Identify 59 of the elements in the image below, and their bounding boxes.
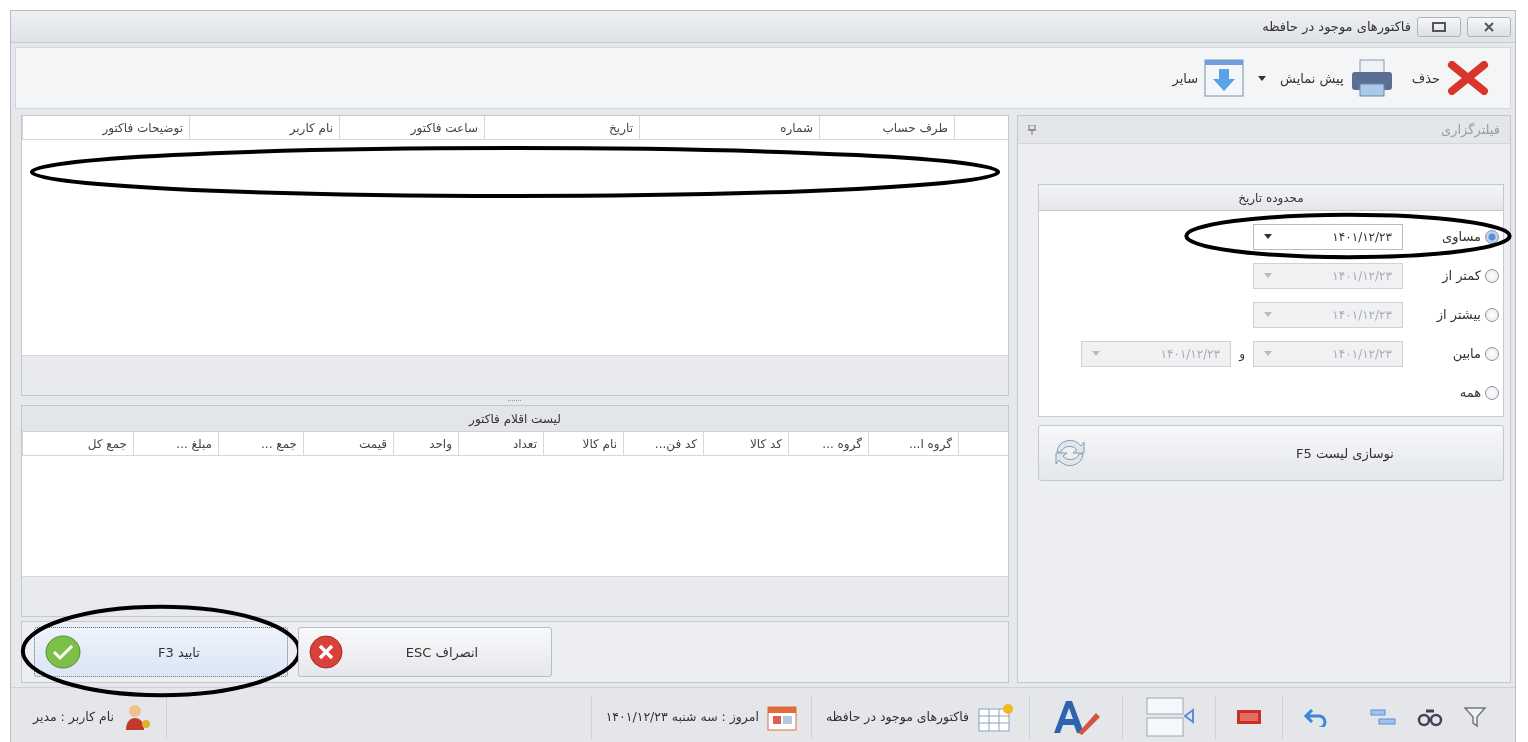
radio-option[interactable]: کمتر از	[1411, 268, 1499, 283]
more-button[interactable]: سایر	[1168, 55, 1249, 101]
column-header[interactable]: گروه ...	[788, 432, 868, 455]
radio-button[interactable]	[1485, 346, 1499, 361]
radio-button[interactable]	[1485, 229, 1499, 244]
column-header[interactable]: گروه ا...	[868, 432, 958, 455]
check-icon	[45, 635, 81, 669]
preview-button[interactable]: پیش نمایش	[1276, 54, 1398, 102]
column-header[interactable]: تعداد	[458, 432, 543, 455]
restore-icon	[1432, 21, 1446, 32]
radio-button[interactable]	[1485, 268, 1499, 283]
radio-option[interactable]: همه	[1411, 385, 1499, 400]
column-header[interactable]: توضیحات فاکتور	[22, 116, 189, 139]
column-header[interactable]: شماره	[639, 116, 819, 139]
splitter-grip-icon[interactable]	[508, 399, 522, 402]
confirm-button[interactable]: تایید F3	[34, 627, 288, 677]
caret-icon	[1264, 312, 1272, 317]
radio-button[interactable]	[1485, 307, 1499, 322]
radio-option[interactable]: مابین	[1411, 346, 1499, 361]
table-title: لیست اقلام فاکتور	[22, 406, 1008, 432]
group-title: محدوده تاریخ	[1039, 185, 1503, 211]
joiner-text: و	[1239, 346, 1245, 361]
printer-icon	[1349, 58, 1394, 98]
caret-icon	[1258, 75, 1267, 81]
window-title: فاکتورهای موجود در حافظه	[1262, 19, 1411, 34]
close-button[interactable]	[1467, 16, 1511, 37]
column-header[interactable]: ساعت فاکتور	[339, 116, 484, 139]
cancel-button[interactable]: انصراف ESC	[298, 627, 552, 677]
download-icon	[1204, 59, 1245, 97]
radio-button[interactable]	[1485, 385, 1499, 400]
caret-icon	[1264, 273, 1272, 278]
column-header[interactable]: مبلغ ...	[133, 432, 218, 455]
delete-button[interactable]: حذف	[1407, 57, 1494, 99]
column-header[interactable]: جمع ...	[218, 432, 303, 455]
refresh-button[interactable]: نوسازی لیست F5	[1038, 425, 1504, 481]
column-header[interactable]: نام کاربر	[189, 116, 339, 139]
close-icon	[309, 635, 343, 669]
today-date-text: امروز : سه شنبه ۱۴۰۱/۱۲/۲۳	[605, 709, 759, 724]
close-icon	[1483, 21, 1495, 32]
column-header[interactable]: کد کالا	[703, 432, 788, 455]
pin-icon[interactable]	[1028, 124, 1036, 135]
caret-icon	[1264, 234, 1272, 239]
column-header[interactable]: جمع کل	[22, 432, 133, 455]
date-field[interactable]: ۱۴۰۱/۱۲/۲۳	[1253, 223, 1403, 250]
close-icon	[1446, 61, 1490, 95]
form-name-text: فاکتورهای موجود در حافظه	[825, 709, 969, 724]
column-header[interactable]: قیمت	[303, 432, 393, 455]
caret-icon	[1264, 351, 1272, 356]
column-header[interactable]: واحد	[393, 432, 458, 455]
radio-option[interactable]: بیشتر از	[1411, 307, 1499, 322]
radio-option[interactable]: مساوی	[1411, 229, 1499, 244]
column-header[interactable]: طرف حساب	[819, 116, 954, 139]
column-header[interactable]: نام کالا	[543, 432, 623, 455]
user-name-text: نام کاربر : مدیر	[33, 709, 114, 724]
caret-icon	[1092, 351, 1101, 356]
restore-button[interactable]	[1417, 16, 1461, 37]
column-header[interactable]: تاریخ	[484, 116, 639, 139]
panel-title: فیلترگزاری	[1441, 122, 1500, 137]
column-header[interactable]: کد فن...	[623, 432, 703, 455]
